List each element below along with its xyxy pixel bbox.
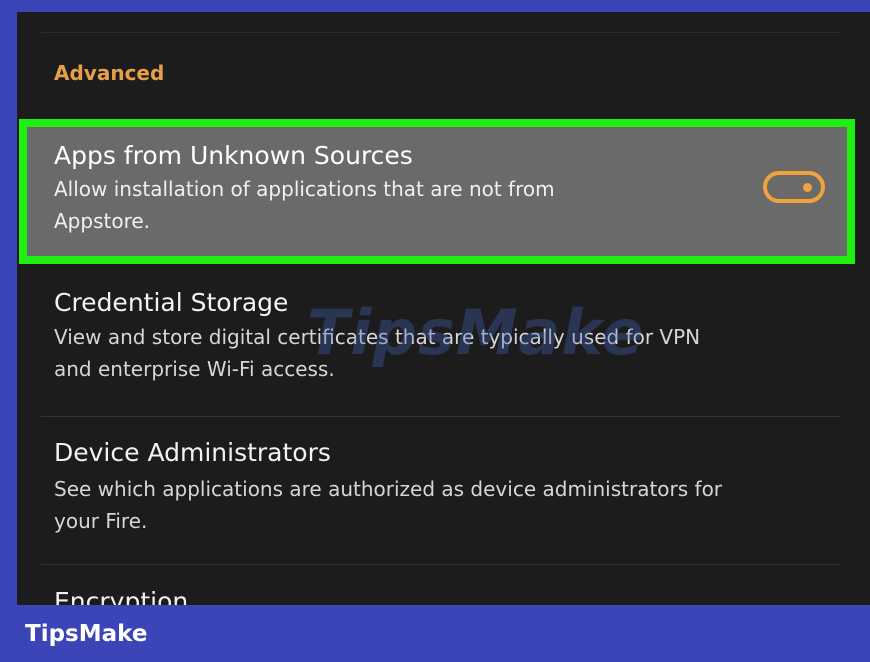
setting-apps-unknown-sources[interactable]: Apps from Unknown Sources Allow installa… <box>54 141 555 237</box>
unknown-sources-toggle[interactable] <box>763 171 825 203</box>
setting-description-line: your Fire. <box>54 509 148 533</box>
toggle-knob <box>803 183 812 192</box>
setting-description-line: See which applications are authorized as… <box>54 477 723 501</box>
setting-description: Allow installation of applications that … <box>54 173 555 237</box>
footer-brand: TipsMake <box>25 621 148 647</box>
setting-description: See which applications are authorized as… <box>54 473 722 537</box>
setting-description-line: and enterprise Wi-Fi access. <box>54 357 335 381</box>
setting-title: Encryption <box>54 587 189 605</box>
setting-description-line: View and store digital certificates that… <box>54 325 701 349</box>
setting-title: Apps from Unknown Sources <box>54 141 413 170</box>
setting-credential-storage[interactable]: Credential Storage View and store digita… <box>54 288 700 385</box>
divider <box>41 416 840 417</box>
settings-screen: Advanced Apps from Unknown Sources Allow… <box>17 12 870 605</box>
divider <box>41 32 840 33</box>
setting-description-line: Appstore. <box>54 209 151 233</box>
setting-description-line: Allow installation of applications that … <box>54 177 555 201</box>
setting-title: Device Administrators <box>54 438 331 467</box>
footer-bar: TipsMake <box>0 605 870 662</box>
setting-description: View and store digital certificates that… <box>54 321 700 385</box>
section-header-advanced: Advanced <box>54 61 165 85</box>
setting-device-administrators[interactable]: Device Administrators See which applicat… <box>54 438 722 537</box>
setting-title: Credential Storage <box>54 288 289 317</box>
divider <box>41 564 840 565</box>
setting-encryption[interactable]: Encryption <box>54 587 188 605</box>
